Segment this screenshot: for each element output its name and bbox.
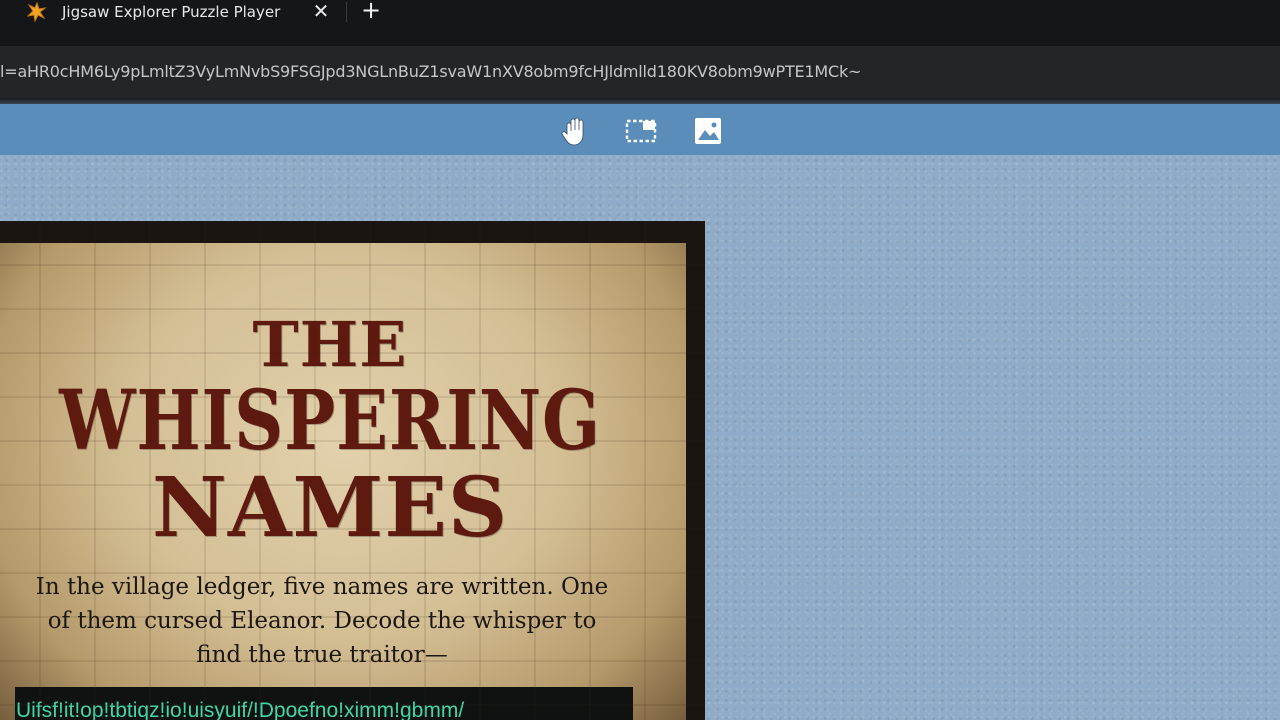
close-tab-icon[interactable]: ✕ bbox=[312, 0, 330, 22]
browser-tab-strip: Jigsaw Explorer Puzzle Player ✕ + bbox=[0, 0, 1280, 46]
tab-divider bbox=[346, 2, 347, 22]
puzzle-favicon-icon bbox=[27, 2, 47, 22]
selection-rectangle-icon[interactable] bbox=[623, 113, 659, 149]
puzzle-toolbar bbox=[0, 104, 1280, 155]
address-bar: l=aHR0cHM6Ly9pLmltZ3VyLmNvbS9FSGJpd3NGLn… bbox=[0, 46, 1280, 98]
cipher-text: Uifsf!it!op!tbtiqz!io!uisyuif/!Dpoefno!x… bbox=[16, 699, 465, 720]
browser-tab[interactable]: Jigsaw Explorer Puzzle Player ✕ bbox=[0, 0, 340, 26]
poster-body-text: In the village ledger, five names are wr… bbox=[35, 574, 609, 668]
poster-parchment: THE WHISPERING NAMES In the village ledg… bbox=[0, 243, 686, 720]
poster-title-line-2: WHISPERING bbox=[59, 373, 601, 469]
tab-title: Jigsaw Explorer Puzzle Player bbox=[62, 3, 281, 21]
poster-title-line-3: NAMES bbox=[151, 460, 509, 556]
url-text[interactable]: l=aHR0cHM6Ly9pLmltZ3VyLmNvbS9FSGJpd3NGLn… bbox=[0, 60, 1270, 84]
new-tab-button[interactable]: + bbox=[361, 0, 381, 22]
poster-title-line-1: THE bbox=[252, 308, 408, 381]
puzzle-board[interactable]: THE WHISPERING NAMES In the village ledg… bbox=[0, 221, 705, 720]
pan-hand-icon[interactable] bbox=[557, 113, 593, 149]
image-preview-icon[interactable] bbox=[690, 113, 726, 149]
